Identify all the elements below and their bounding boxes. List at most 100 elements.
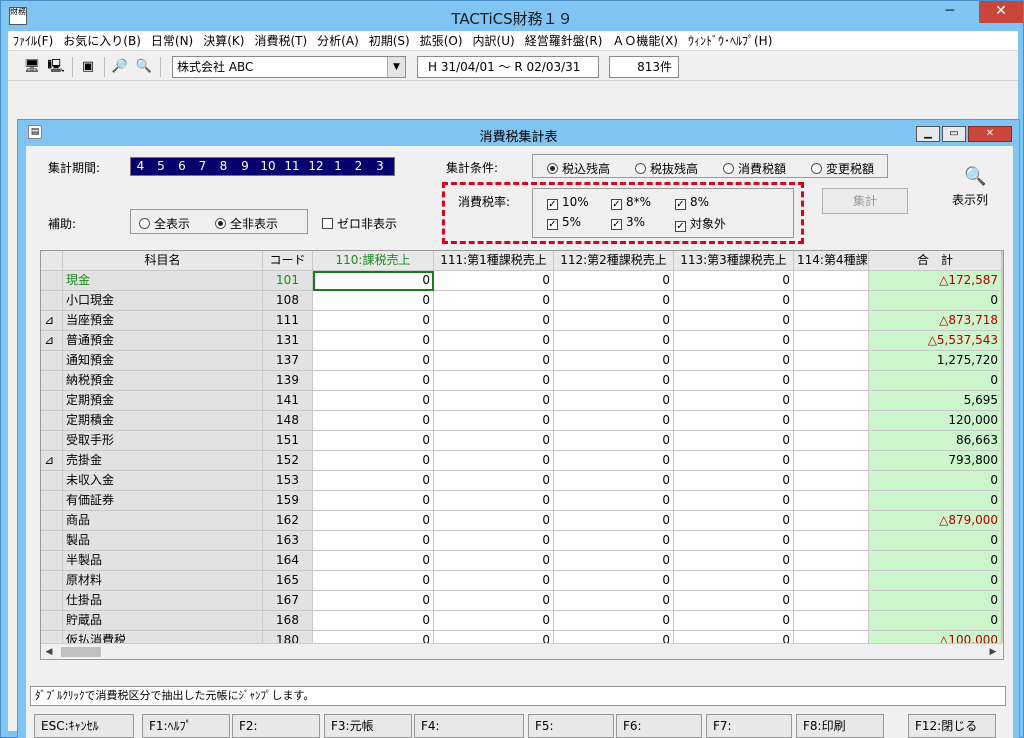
amount-cell[interactable]: 0: [434, 471, 554, 491]
row-expand-marker[interactable]: ⊿: [41, 311, 63, 331]
child-minimize-button[interactable]: ▁: [916, 126, 940, 142]
row-expand-marker[interactable]: [41, 471, 63, 491]
amount-cell[interactable]: 0: [554, 531, 674, 551]
auxiliary-option[interactable]: 全表示: [139, 215, 190, 232]
row-expand-marker[interactable]: [41, 431, 63, 451]
column-header[interactable]: 科目名: [63, 251, 263, 271]
period-month[interactable]: 2: [348, 158, 369, 175]
amount-cell[interactable]: 0: [554, 431, 674, 451]
child-close-button[interactable]: ✕: [968, 126, 1012, 142]
column-header[interactable]: コード: [263, 251, 313, 271]
amount-cell[interactable]: 0: [313, 611, 434, 631]
amount-cell[interactable]: 0: [313, 291, 434, 311]
amount-cell[interactable]: 0: [313, 311, 434, 331]
menu-item[interactable]: 分析(A): [312, 31, 364, 49]
row-expand-marker[interactable]: [41, 351, 63, 371]
row-expand-marker[interactable]: [41, 271, 63, 291]
horizontal-scrollbar[interactable]: ◀ ▶: [41, 643, 1002, 659]
amount-cell[interactable]: 0: [674, 391, 794, 411]
amount-cell[interactable]: [794, 551, 869, 571]
column-header[interactable]: 113:第3種課税売上: [674, 251, 794, 271]
menu-item[interactable]: 日常(N): [146, 31, 198, 49]
row-expand-marker[interactable]: [41, 551, 63, 571]
amount-cell[interactable]: 0: [554, 451, 674, 471]
vertical-scrollbar[interactable]: ▲ ▼: [1002, 251, 1003, 643]
column-header[interactable]: 112:第2種課税売上: [554, 251, 674, 271]
tax-rate-checkbox[interactable]: ✓ 3%: [611, 215, 645, 230]
amount-cell[interactable]: 0: [674, 451, 794, 471]
row-expand-marker[interactable]: [41, 511, 63, 531]
period-month[interactable]: 5: [150, 158, 172, 175]
period-month-strip[interactable]: 4 5 6 7 8 9 10 11 12 1 2 3: [130, 157, 395, 176]
row-expand-marker[interactable]: [41, 611, 63, 631]
company-select[interactable]: 株式会社 ABC ▼: [172, 56, 406, 78]
column-header[interactable]: 114:第4種課: [794, 251, 869, 271]
amount-cell[interactable]: 0: [674, 271, 794, 291]
zoom-out-icon[interactable]: 🔍: [134, 57, 154, 77]
amount-cell[interactable]: 0: [434, 451, 554, 471]
display-columns-button[interactable]: 表示列: [952, 192, 988, 208]
amount-cell[interactable]: [794, 391, 869, 411]
amount-cell[interactable]: [794, 491, 869, 511]
period-month[interactable]: 3: [369, 158, 391, 175]
row-expand-marker[interactable]: [41, 591, 63, 611]
amount-cell[interactable]: 0: [434, 311, 554, 331]
menu-item[interactable]: ｳｨﾝﾄﾞｳ･ﾍﾙﾌﾟ(H): [683, 31, 777, 49]
amount-cell[interactable]: 0: [313, 351, 434, 371]
horizontal-scroll-thumb[interactable]: [61, 647, 101, 657]
amount-cell[interactable]: [794, 511, 869, 531]
amount-cell[interactable]: 0: [674, 291, 794, 311]
amount-cell[interactable]: 0: [313, 451, 434, 471]
amount-cell[interactable]: 0: [313, 571, 434, 591]
amount-cell[interactable]: 0: [674, 571, 794, 591]
period-month[interactable]: 4: [131, 158, 150, 175]
menu-item[interactable]: お気に入り(B): [58, 31, 146, 49]
menu-item[interactable]: 内訳(U): [468, 31, 520, 49]
row-expand-marker[interactable]: [41, 531, 63, 551]
scroll-right-icon[interactable]: ▶: [985, 644, 1001, 659]
row-expand-marker[interactable]: [41, 371, 63, 391]
amount-cell[interactable]: 0: [554, 491, 674, 511]
amount-cell[interactable]: 0: [434, 611, 554, 631]
amount-cell[interactable]: 0: [434, 571, 554, 591]
close-button[interactable]: ✕: [979, 1, 1023, 23]
amount-cell[interactable]: [794, 531, 869, 551]
period-month[interactable]: 1: [328, 158, 348, 175]
period-month[interactable]: 6: [172, 158, 192, 175]
amount-cell[interactable]: 0: [434, 411, 554, 431]
zoom-in-icon[interactable]: 🔎: [110, 57, 130, 77]
amount-cell[interactable]: [794, 351, 869, 371]
amount-cell[interactable]: 0: [434, 531, 554, 551]
period-month[interactable]: 7: [192, 158, 213, 175]
amount-cell[interactable]: 0: [674, 471, 794, 491]
amount-cell[interactable]: [794, 411, 869, 431]
tax-rate-checkbox[interactable]: ✓ 8%: [675, 195, 709, 210]
row-expand-marker[interactable]: [41, 631, 63, 643]
tax-rate-checkbox[interactable]: ✓ 対象外: [675, 215, 726, 232]
amount-cell[interactable]: 0: [554, 611, 674, 631]
amount-cell[interactable]: [794, 271, 869, 291]
amount-cell[interactable]: 0: [313, 511, 434, 531]
amount-cell[interactable]: [794, 591, 869, 611]
amount-cell[interactable]: 0: [434, 631, 554, 643]
amount-cell[interactable]: 0: [554, 371, 674, 391]
chevron-down-icon[interactable]: ▼: [387, 57, 405, 77]
amount-cell[interactable]: 0: [313, 271, 434, 291]
column-header[interactable]: 110:課税売上: [313, 251, 434, 271]
amount-cell[interactable]: 0: [434, 551, 554, 571]
amount-cell[interactable]: 0: [674, 531, 794, 551]
minimize-button[interactable]: ─: [935, 1, 965, 23]
refresh-monitor-icon[interactable]: 🖳: [46, 57, 66, 77]
amount-cell[interactable]: 0: [554, 471, 674, 491]
menu-item[interactable]: ﾌｧｲﾙ(F): [8, 31, 58, 49]
scroll-left-icon[interactable]: ◀: [41, 644, 57, 659]
amount-cell[interactable]: 0: [434, 391, 554, 411]
amount-cell[interactable]: 0: [674, 631, 794, 643]
amount-cell[interactable]: 0: [554, 391, 674, 411]
amount-cell[interactable]: 0: [674, 491, 794, 511]
menu-item[interactable]: 拡張(O): [415, 31, 468, 49]
function-key-button[interactable]: F3:元帳: [324, 714, 412, 738]
amount-cell[interactable]: 0: [674, 431, 794, 451]
row-expand-marker[interactable]: ⊿: [41, 331, 63, 351]
menu-item[interactable]: ＡＯ機能(X): [607, 31, 683, 49]
